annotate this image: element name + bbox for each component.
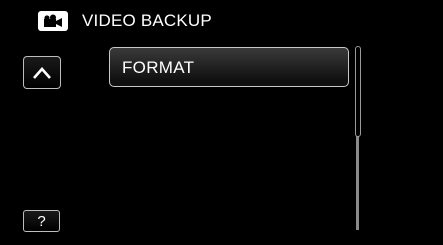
menu-item-label: FORMAT: [122, 57, 195, 77]
screen: VIDEO BACKUP FORMAT ?: [0, 0, 443, 245]
chevron-up-icon: [33, 66, 51, 79]
menu-item-format[interactable]: FORMAT: [109, 47, 349, 87]
scroll-up-button[interactable]: [23, 56, 61, 89]
scrollbar-thumb[interactable]: [355, 46, 361, 137]
video-camera-icon: [38, 11, 68, 31]
help-button-label: ?: [37, 212, 46, 230]
page-title: VIDEO BACKUP: [82, 11, 212, 30]
help-button[interactable]: ?: [23, 210, 60, 232]
